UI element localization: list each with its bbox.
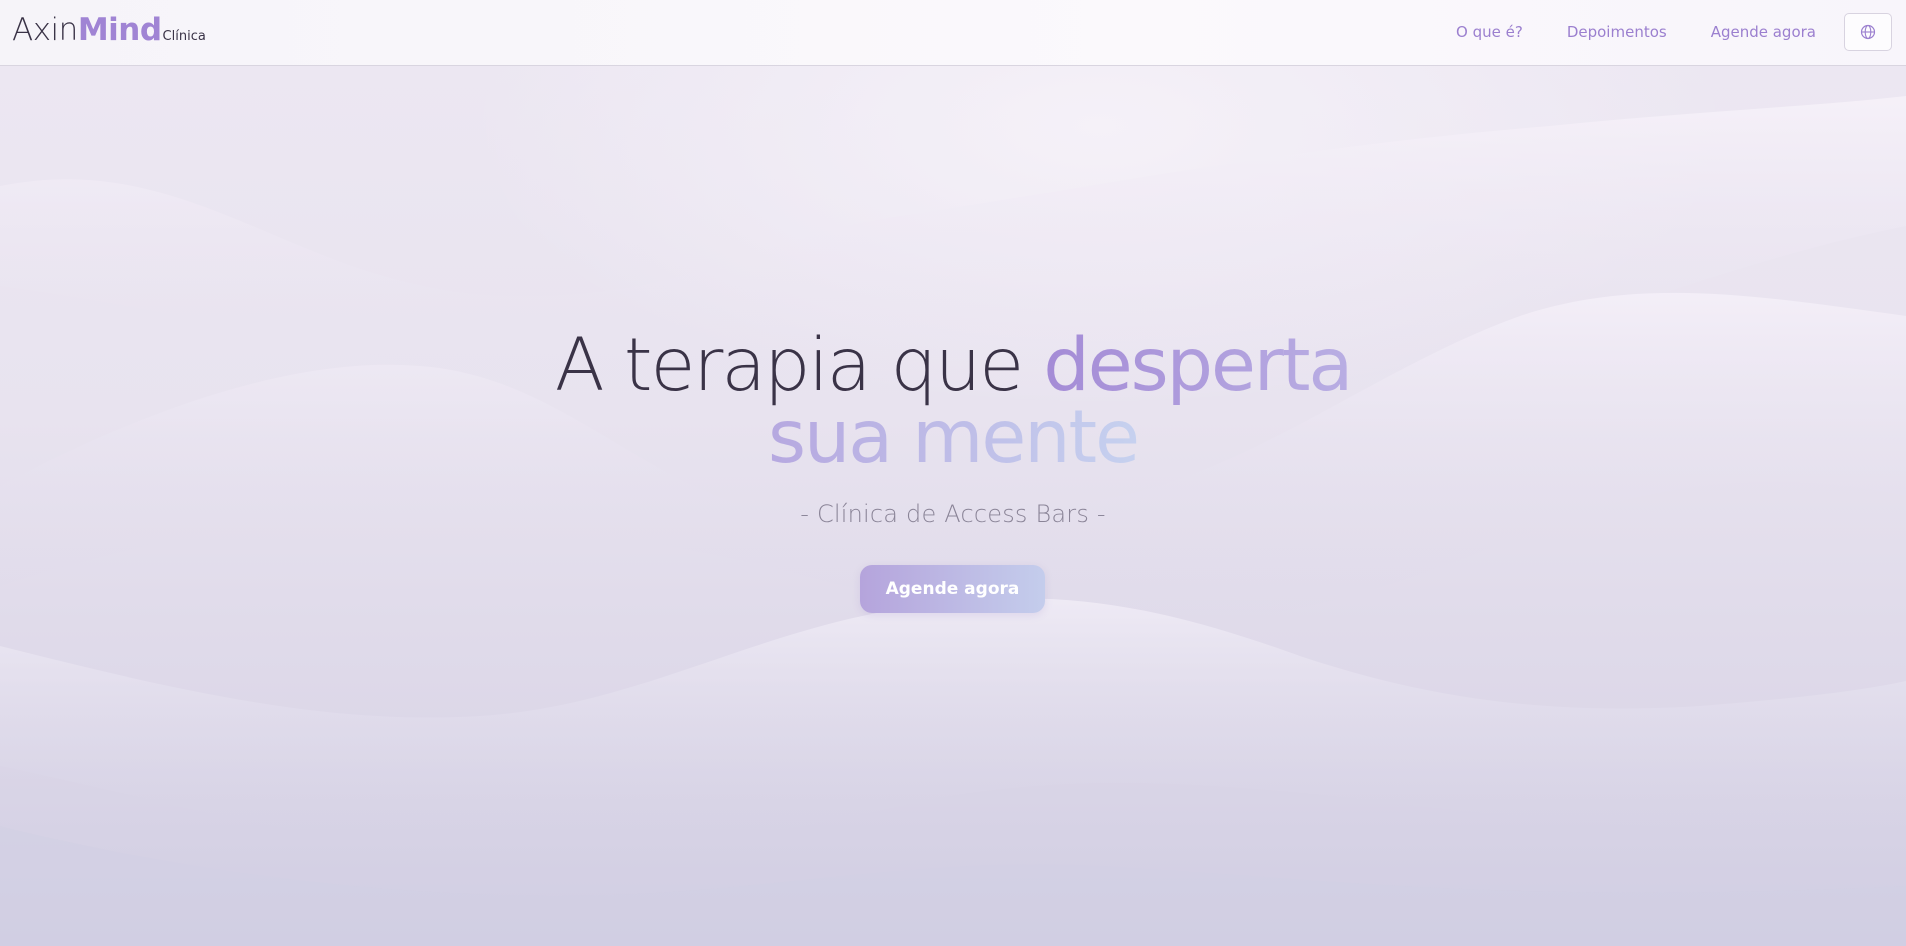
language-button[interactable] bbox=[1844, 13, 1892, 51]
nav-link-agende-agora[interactable]: Agende agora bbox=[1711, 23, 1816, 41]
brand-suffix: Clínica bbox=[162, 29, 206, 44]
headline-accent-sua-mente: sua mente bbox=[767, 395, 1140, 480]
nav-link-depoimentos[interactable]: Depoimentos bbox=[1567, 23, 1667, 41]
brand-name-part2: Mind bbox=[77, 12, 162, 48]
schedule-cta-button[interactable]: Agende agora bbox=[860, 565, 1045, 613]
hero-headline: A terapia que desperta sua mente bbox=[0, 329, 1906, 474]
hero-subtitle: - Clínica de Access Bars - bbox=[800, 500, 1106, 528]
globe-icon bbox=[1860, 24, 1876, 40]
brand-name-part1: Axin bbox=[12, 12, 78, 48]
page: Axin Mind Clínica O que é? Depoimentos Age… bbox=[0, 0, 1906, 946]
nav-link-o-que-e[interactable]: O que é? bbox=[1456, 23, 1523, 41]
main-nav: O que é? Depoimentos Agende agora bbox=[1456, 12, 1892, 52]
site-header: Axin Mind Clínica O que é? Depoimentos Age… bbox=[0, 0, 1906, 66]
hero-section: A terapia que desperta sua mente - Clíni… bbox=[0, 66, 1906, 946]
brand-logo[interactable]: Axin Mind Clínica bbox=[12, 12, 206, 48]
